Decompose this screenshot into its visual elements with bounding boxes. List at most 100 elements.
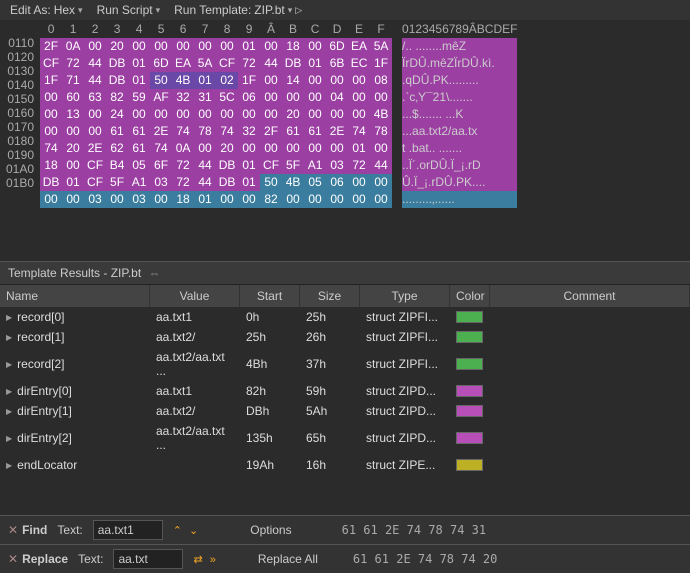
ascii-row[interactable]: .`c‚Y¯21\....... xyxy=(402,89,517,106)
hex-byte[interactable]: 4B xyxy=(282,174,304,191)
row-value[interactable] xyxy=(150,455,240,475)
hex-byte[interactable]: 00 xyxy=(172,38,194,55)
hex-byte[interactable]: DB xyxy=(40,174,62,191)
ascii-row[interactable]: ÏrDÛ.mêZÏrDÛ.kì. xyxy=(402,55,517,72)
hex-byte[interactable]: 04 xyxy=(326,89,348,106)
hex-byte[interactable]: 00 xyxy=(194,106,216,123)
run-template-menu[interactable]: Run Template: ZIP.bt ▾ ▷ xyxy=(174,3,302,17)
hex-byte[interactable]: 00 xyxy=(304,38,326,55)
row-name[interactable]: ▶dirEntry[2] xyxy=(0,421,150,455)
ascii-row[interactable]: ..Ï´.orDÛ.Ï_¡.rD xyxy=(402,157,517,174)
hex-byte[interactable]: 01 xyxy=(128,55,150,72)
hex-byte[interactable]: 50 xyxy=(150,72,172,89)
row-value[interactable]: aa.txt2/aa.txt ... xyxy=(150,421,240,455)
link-icon[interactable]: ⇔ xyxy=(149,266,161,280)
hex-byte[interactable]: 74 xyxy=(150,140,172,157)
hex-byte[interactable] xyxy=(172,208,194,225)
hex-byte[interactable]: 72 xyxy=(62,55,84,72)
hex-byte[interactable]: 00 xyxy=(370,89,392,106)
hex-byte[interactable]: 5A xyxy=(370,38,392,55)
hex-byte[interactable]: 00 xyxy=(40,89,62,106)
hex-byte[interactable]: 0A xyxy=(172,140,194,157)
hex-byte[interactable]: 50 xyxy=(260,174,282,191)
hex-byte[interactable]: 00 xyxy=(282,140,304,157)
hex-byte[interactable]: 18 xyxy=(282,38,304,55)
hex-byte[interactable]: 6D xyxy=(326,38,348,55)
hex-byte[interactable]: 00 xyxy=(326,140,348,157)
expand-icon[interactable]: ▶ xyxy=(6,434,12,443)
hex-byte[interactable]: 44 xyxy=(194,157,216,174)
row-name[interactable]: ▶endLocator xyxy=(0,455,150,475)
hex-byte[interactable]: 00 xyxy=(62,157,84,174)
hex-byte[interactable]: 6B xyxy=(326,55,348,72)
hex-byte[interactable]: 00 xyxy=(194,38,216,55)
hex-byte[interactable]: 03 xyxy=(84,191,106,208)
close-icon[interactable]: ✕ xyxy=(8,552,18,566)
hex-byte[interactable]: 18 xyxy=(40,157,62,174)
row-type[interactable]: struct ZIPFI... xyxy=(360,307,450,327)
column-header[interactable]: Color xyxy=(450,285,490,307)
hex-byte[interactable]: 6D xyxy=(150,55,172,72)
hex-byte[interactable]: 03 xyxy=(150,174,172,191)
hex-byte[interactable]: 06 xyxy=(326,174,348,191)
hex-byte[interactable]: 20 xyxy=(216,140,238,157)
row-size[interactable]: 25h xyxy=(300,307,360,327)
row-value[interactable]: aa.txt2/aa.txt ... xyxy=(150,347,240,381)
hex-byte[interactable]: 00 xyxy=(62,123,84,140)
hex-byte[interactable] xyxy=(128,208,150,225)
hex-byte[interactable]: DB xyxy=(216,174,238,191)
hex-byte[interactable]: 00 xyxy=(40,123,62,140)
hex-byte[interactable]: 2F xyxy=(260,123,282,140)
hex-byte[interactable]: AF xyxy=(150,89,172,106)
expand-icon[interactable]: ▶ xyxy=(6,313,12,322)
hex-byte[interactable]: 24 xyxy=(106,106,128,123)
row-value[interactable]: aa.txt1 xyxy=(150,381,240,401)
ascii-row[interactable] xyxy=(402,208,517,225)
hex-byte[interactable]: 00 xyxy=(326,72,348,89)
hex-byte[interactable]: 5C xyxy=(216,89,238,106)
hex-byte[interactable]: 14 xyxy=(282,72,304,89)
hex-byte[interactable]: 08 xyxy=(370,72,392,89)
hex-byte[interactable]: 00 xyxy=(128,106,150,123)
row-value[interactable]: aa.txt1 xyxy=(150,307,240,327)
row-color[interactable] xyxy=(450,421,490,455)
hex-byte[interactable]: 05 xyxy=(128,157,150,174)
hex-byte[interactable] xyxy=(326,208,348,225)
ascii-row[interactable]: ...$....... ...K xyxy=(402,106,517,123)
hex-byte[interactable]: 05 xyxy=(304,174,326,191)
row-start[interactable]: DBh xyxy=(240,401,300,421)
hex-byte[interactable]: 18 xyxy=(172,191,194,208)
row-color[interactable] xyxy=(450,401,490,421)
hex-byte[interactable]: 00 xyxy=(348,174,370,191)
row-start[interactable]: 82h xyxy=(240,381,300,401)
hex-byte[interactable] xyxy=(150,208,172,225)
hex-byte[interactable]: 2E xyxy=(84,140,106,157)
hex-byte[interactable]: EA xyxy=(348,38,370,55)
hex-byte[interactable]: 00 xyxy=(304,191,326,208)
hex-byte[interactable]: 00 xyxy=(260,72,282,89)
hex-byte[interactable]: 00 xyxy=(84,106,106,123)
hex-byte[interactable]: 13 xyxy=(62,106,84,123)
row-name[interactable]: ▶record[2] xyxy=(0,347,150,381)
hex-byte[interactable]: 82 xyxy=(260,191,282,208)
row-comment[interactable] xyxy=(490,381,690,401)
hex-byte[interactable]: 00 xyxy=(370,174,392,191)
row-color[interactable] xyxy=(450,327,490,347)
hex-byte[interactable]: 00 xyxy=(238,140,260,157)
replace-input[interactable] xyxy=(113,549,183,569)
hex-byte[interactable]: 00 xyxy=(260,38,282,55)
hex-byte[interactable]: 03 xyxy=(326,157,348,174)
row-start[interactable]: 25h xyxy=(240,327,300,347)
hex-byte[interactable]: 1F xyxy=(370,55,392,72)
hex-byte[interactable] xyxy=(282,208,304,225)
hex-byte[interactable]: 44 xyxy=(84,72,106,89)
hex-byte[interactable]: 72 xyxy=(238,55,260,72)
hex-byte[interactable]: 00 xyxy=(40,106,62,123)
row-name[interactable]: ▶dirEntry[0] xyxy=(0,381,150,401)
hex-byte[interactable]: 00 xyxy=(260,106,282,123)
hex-byte[interactable]: 00 xyxy=(304,140,326,157)
find-input[interactable] xyxy=(93,520,163,540)
hex-byte[interactable]: 00 xyxy=(84,38,106,55)
hex-byte[interactable]: 20 xyxy=(62,140,84,157)
hex-byte[interactable]: 0A xyxy=(62,38,84,55)
